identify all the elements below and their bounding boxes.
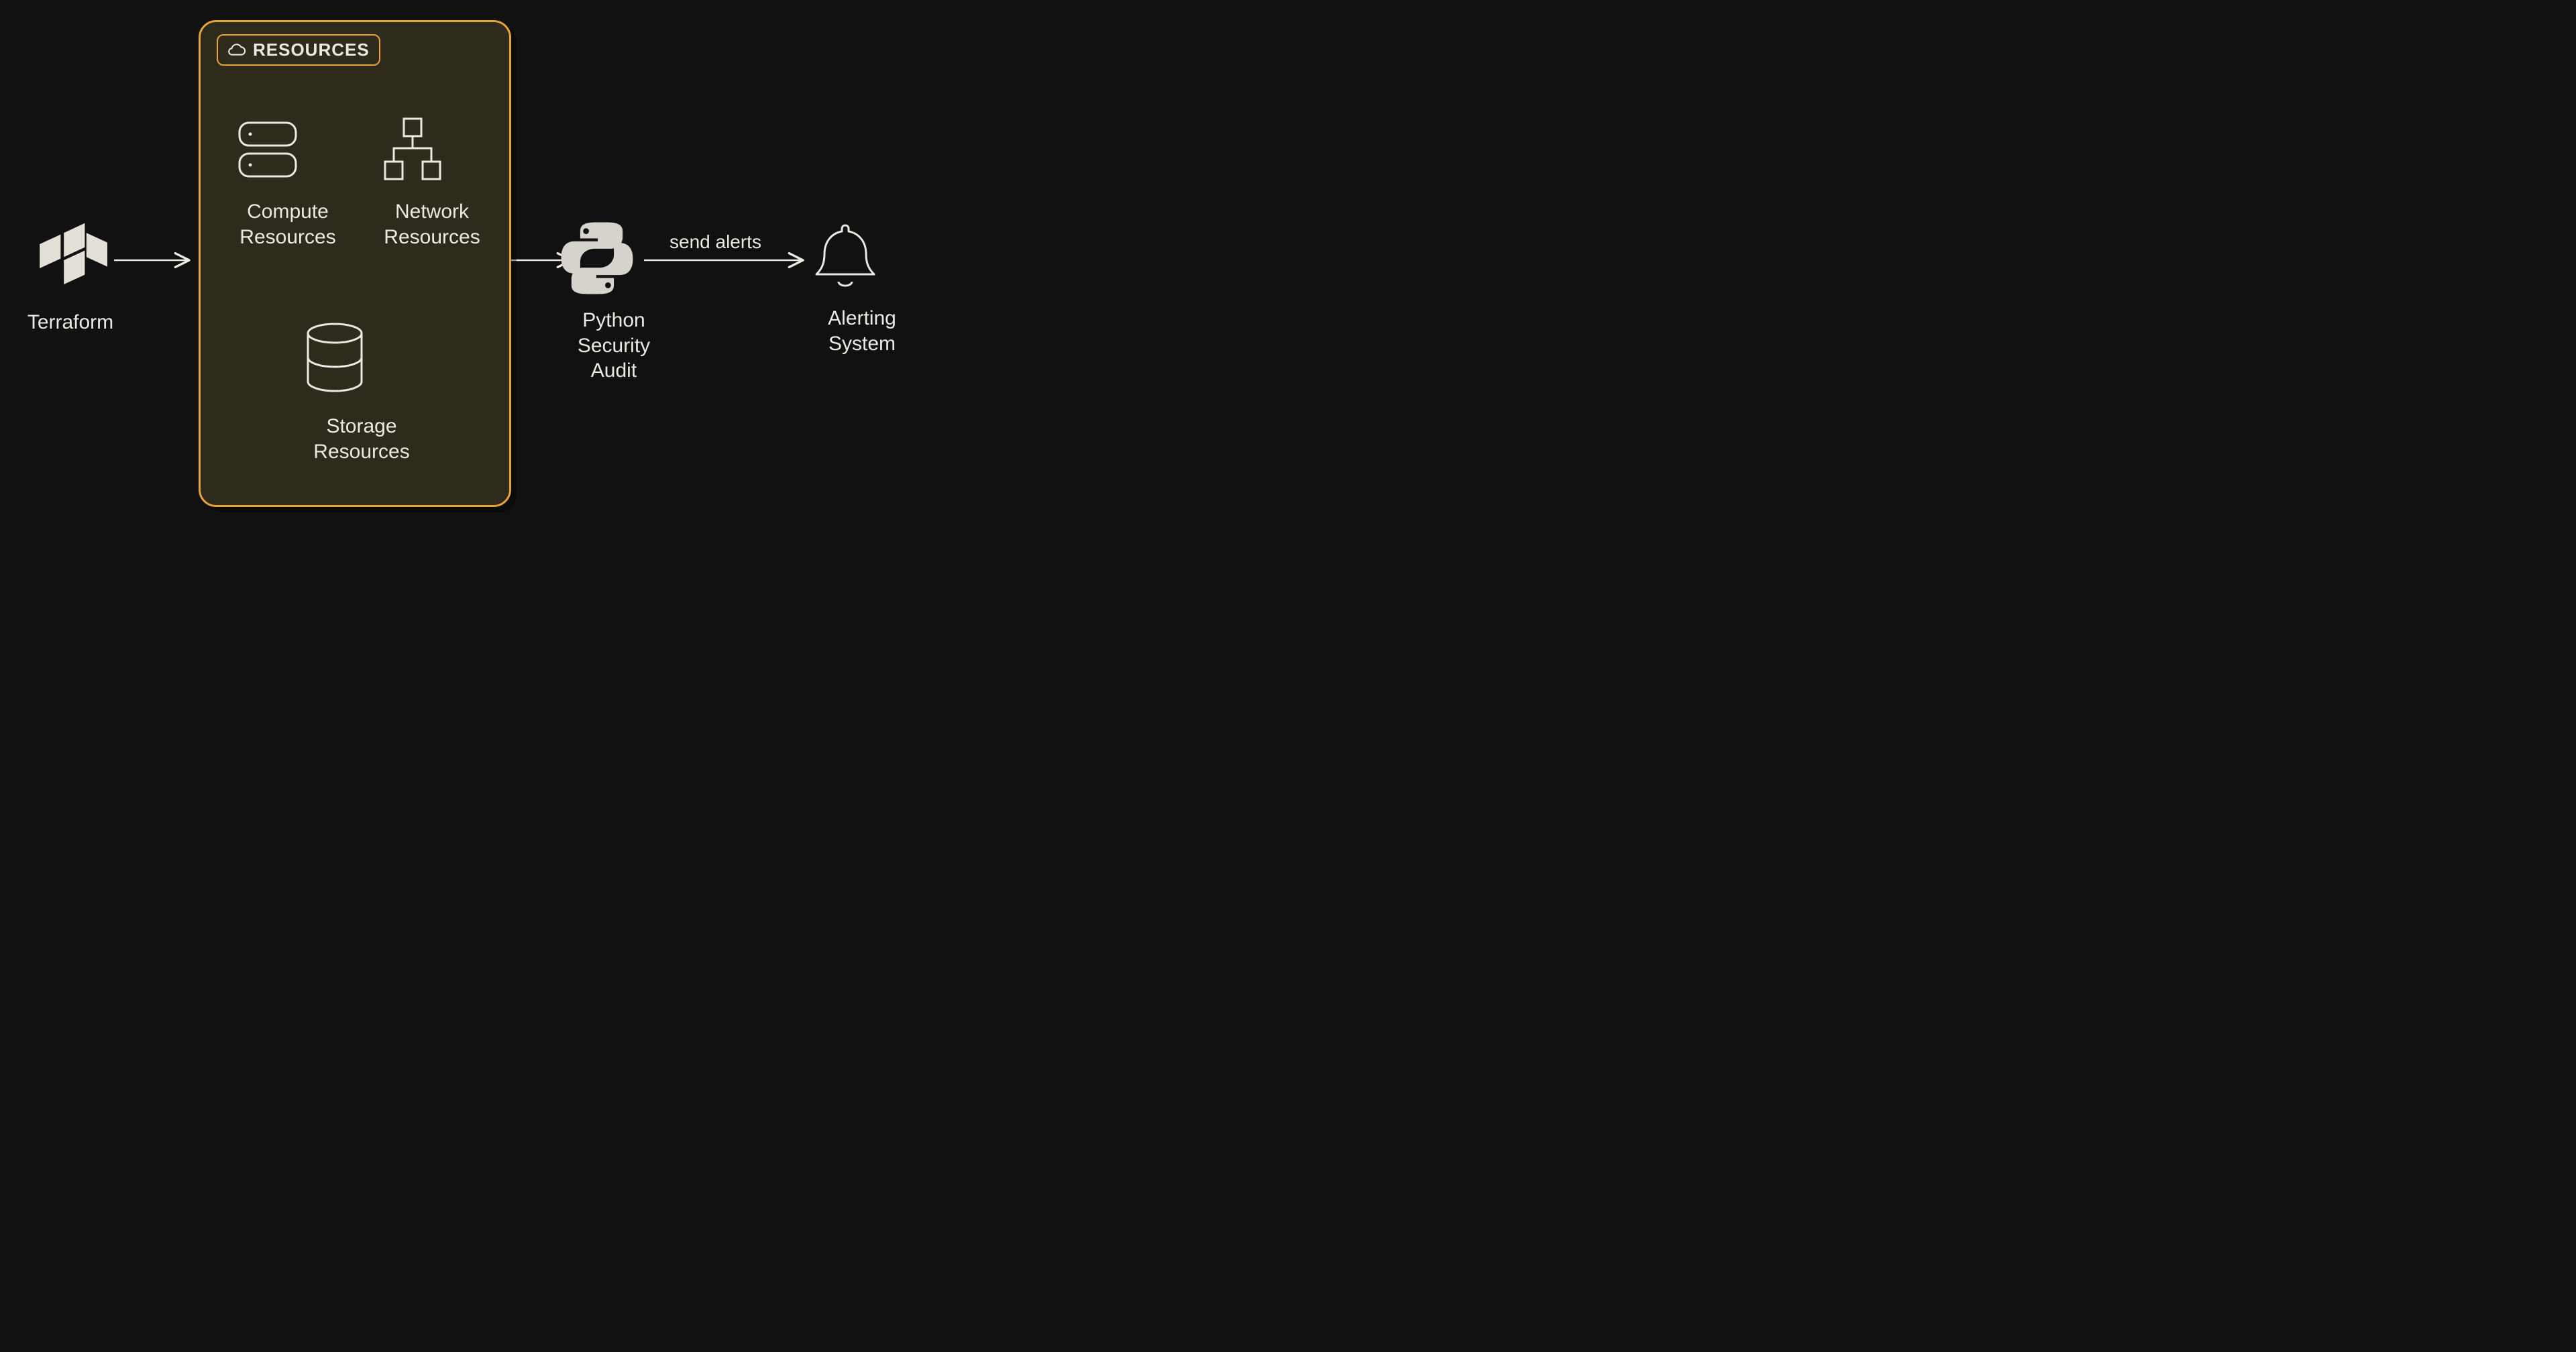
node-storage-label: Storage Resources bbox=[294, 414, 429, 464]
resources-panel: RESOURCES Compute Resources bbox=[199, 20, 511, 507]
node-alerting: Alerting System bbox=[805, 216, 919, 356]
edge-label-send-alerts: send alerts bbox=[669, 231, 761, 253]
node-alerting-label: Alerting System bbox=[805, 306, 919, 356]
network-icon bbox=[372, 109, 452, 190]
node-storage: Storage Resources bbox=[294, 317, 429, 464]
terraform-icon bbox=[27, 220, 107, 300]
servers-icon bbox=[227, 109, 308, 190]
resources-panel-title: RESOURCES bbox=[217, 34, 380, 66]
node-compute: Compute Resources bbox=[227, 109, 348, 249]
node-network: Network Resources bbox=[372, 109, 492, 249]
node-network-label: Network Resources bbox=[372, 199, 492, 249]
bell-icon bbox=[805, 216, 885, 296]
resources-panel-title-text: RESOURCES bbox=[253, 40, 370, 60]
node-python-audit-label: Python Security Audit bbox=[557, 308, 671, 384]
node-compute-label: Compute Resources bbox=[227, 199, 348, 249]
node-python-audit: Python Security Audit bbox=[557, 218, 671, 384]
database-icon bbox=[294, 317, 375, 404]
python-icon bbox=[557, 218, 637, 298]
diagram-stage: send alerts Terraform RESOURCES bbox=[0, 0, 1030, 541]
node-terraform: Terraform bbox=[27, 220, 114, 335]
node-terraform-label: Terraform bbox=[27, 310, 114, 335]
cloud-icon bbox=[226, 42, 246, 58]
